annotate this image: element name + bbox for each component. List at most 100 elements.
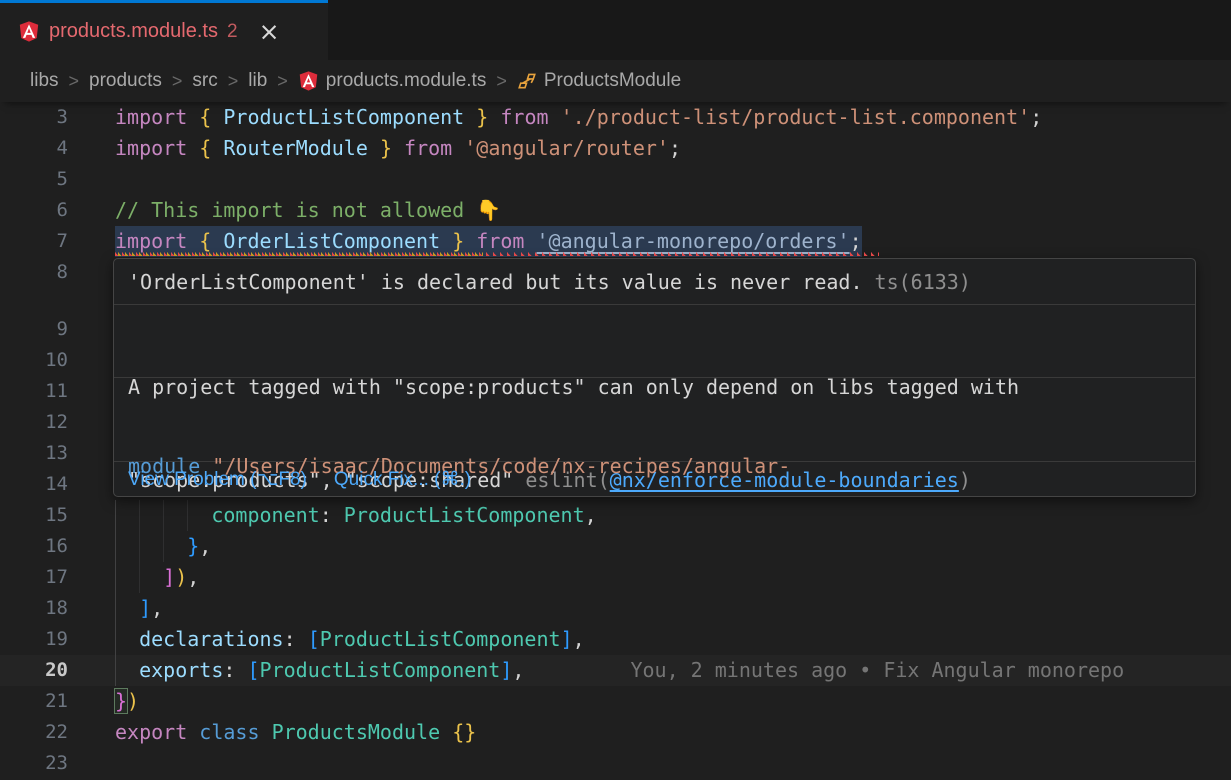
code-line-5[interactable]: 5 <box>0 164 1231 195</box>
code-token: from <box>476 229 524 253</box>
code-token: ) <box>175 565 187 589</box>
breadcrumb-item-products[interactable]: products <box>89 70 162 92</box>
code-token <box>440 720 452 744</box>
code-line-22[interactable]: 22export class ProductsModule {} <box>0 717 1231 748</box>
indent-guide <box>163 500 164 531</box>
breadcrumb-separator-icon: > <box>69 71 80 92</box>
code-line-19[interactable]: 19 declarations: [ProductListComponent], <box>0 624 1231 655</box>
code-token: } <box>452 229 464 253</box>
code-token <box>464 105 476 129</box>
code-token: , <box>512 658 524 682</box>
line-number: 18 <box>0 593 68 624</box>
code-token: , <box>151 596 163 620</box>
line-content: import { OrderListComponent } from '@ang… <box>115 226 1231 257</box>
breadcrumb-item-productsmodule[interactable]: ProductsModule <box>517 70 681 92</box>
tab-products-module[interactable]: products.module.ts 2 × <box>0 0 328 60</box>
code-token: } <box>115 689 127 713</box>
breadcrumb-label: libs <box>30 70 59 92</box>
breadcrumb-item-products-module-ts[interactable]: products.module.ts <box>298 70 487 92</box>
code-line-6[interactable]: 6// This import is not allowed 👇 <box>0 195 1231 226</box>
code-token: ProductListComponent <box>320 627 561 651</box>
code-token <box>452 136 464 160</box>
code-line-18[interactable]: 18 ], <box>0 593 1231 624</box>
code-line-7[interactable]: 7 import { OrderListComponent } from '@an… <box>0 226 1231 257</box>
line-number: 10 <box>0 345 68 376</box>
code-token: from <box>404 136 452 160</box>
indent-guide <box>163 531 164 562</box>
breadcrumb-item-libs[interactable]: libs <box>30 70 59 92</box>
line-number: 3 <box>0 102 68 133</box>
code-token: : <box>284 627 308 651</box>
line-content: import { RouterModule } from '@angular/r… <box>115 133 1231 164</box>
line-number: 13 <box>0 438 68 469</box>
empty-tab-strip <box>328 0 1231 60</box>
breadcrumb-item-src[interactable]: src <box>192 70 217 92</box>
line-content: export class ProductsModule {} <box>115 717 1231 748</box>
breadcrumb-label: products <box>89 70 162 92</box>
line-content <box>115 748 1231 779</box>
code-token <box>187 229 199 253</box>
tab-problem-badge: 2 <box>227 21 238 43</box>
code-token: OrderListComponent <box>223 229 440 253</box>
breadcrumb-separator-icon: > <box>277 71 288 92</box>
code-token <box>187 105 199 129</box>
code-token: { <box>199 136 211 160</box>
code-token: ; <box>669 136 681 160</box>
ts-error-text: 'OrderListComponent' is declared but its… <box>128 270 863 294</box>
line-number: 5 <box>0 164 68 195</box>
breadcrumb-label: lib <box>248 70 267 92</box>
indent-guide <box>187 500 188 531</box>
code-line-20[interactable]: 20 exports: [ProductListComponent],You, … <box>0 655 1231 686</box>
eslint-error-message: A project tagged with "scope:products" c… <box>114 305 1195 378</box>
code-token: ; <box>850 229 862 253</box>
breadcrumb-separator-icon: > <box>228 71 239 92</box>
ts-error-code: ts(6133) <box>863 270 971 294</box>
line-number: 19 <box>0 624 68 655</box>
close-icon[interactable]: × <box>259 19 280 44</box>
line-number: 7 <box>0 226 68 257</box>
indent-guide <box>115 562 116 593</box>
code-token <box>211 105 223 129</box>
breadcrumb-label: src <box>192 70 217 92</box>
code-token: : <box>320 503 344 527</box>
code-token: , <box>585 503 597 527</box>
indent-guide <box>115 624 116 655</box>
indent-guide <box>139 531 140 562</box>
code-line-16[interactable]: 16 }, <box>0 531 1231 562</box>
code-token: {} <box>452 720 476 744</box>
code-line-4[interactable]: 4import { RouterModule } from '@angular/… <box>0 133 1231 164</box>
breadcrumb-item-lib[interactable]: lib <box>248 70 267 92</box>
indent-guide <box>115 593 116 624</box>
code-token <box>115 658 139 682</box>
view-problem-action[interactable]: View Problem (⌥F8) <box>128 468 307 491</box>
code-line-17[interactable]: 17 ]), <box>0 562 1231 593</box>
code-token: } <box>476 105 488 129</box>
line-content: }, <box>115 531 1231 562</box>
code-line-15[interactable]: 15 component: ProductListComponent, <box>0 500 1231 531</box>
class-icon <box>517 71 537 91</box>
code-token <box>368 136 380 160</box>
code-token: // This import is not allowed <box>115 198 476 222</box>
code-token <box>187 136 199 160</box>
code-token: ] <box>139 596 151 620</box>
line-number: 23 <box>0 748 68 779</box>
code-token: { <box>199 105 211 129</box>
code-token <box>524 229 536 253</box>
code-token: class <box>199 720 259 744</box>
code-line-21[interactable]: 21}) <box>0 686 1231 717</box>
code-token: export <box>115 720 187 744</box>
line-number: 6 <box>0 195 68 226</box>
code-token: import <box>115 105 187 129</box>
line-number: 12 <box>0 407 68 438</box>
breadcrumb-label: products.module.ts <box>326 70 487 92</box>
eslint-text-line1: A project tagged with "scope:products" c… <box>128 375 1019 399</box>
code-token <box>549 105 561 129</box>
code-token: , <box>573 627 585 651</box>
code-token: RouterModule <box>223 136 368 160</box>
line-content <box>115 164 1231 195</box>
quick-fix-action[interactable]: Quick Fix... (⌘.) <box>334 468 471 491</box>
code-token: ) <box>127 689 139 713</box>
code-line-23[interactable]: 23 <box>0 748 1231 779</box>
code-line-3[interactable]: 3import { ProductListComponent } from '.… <box>0 102 1231 133</box>
code-token <box>260 720 272 744</box>
